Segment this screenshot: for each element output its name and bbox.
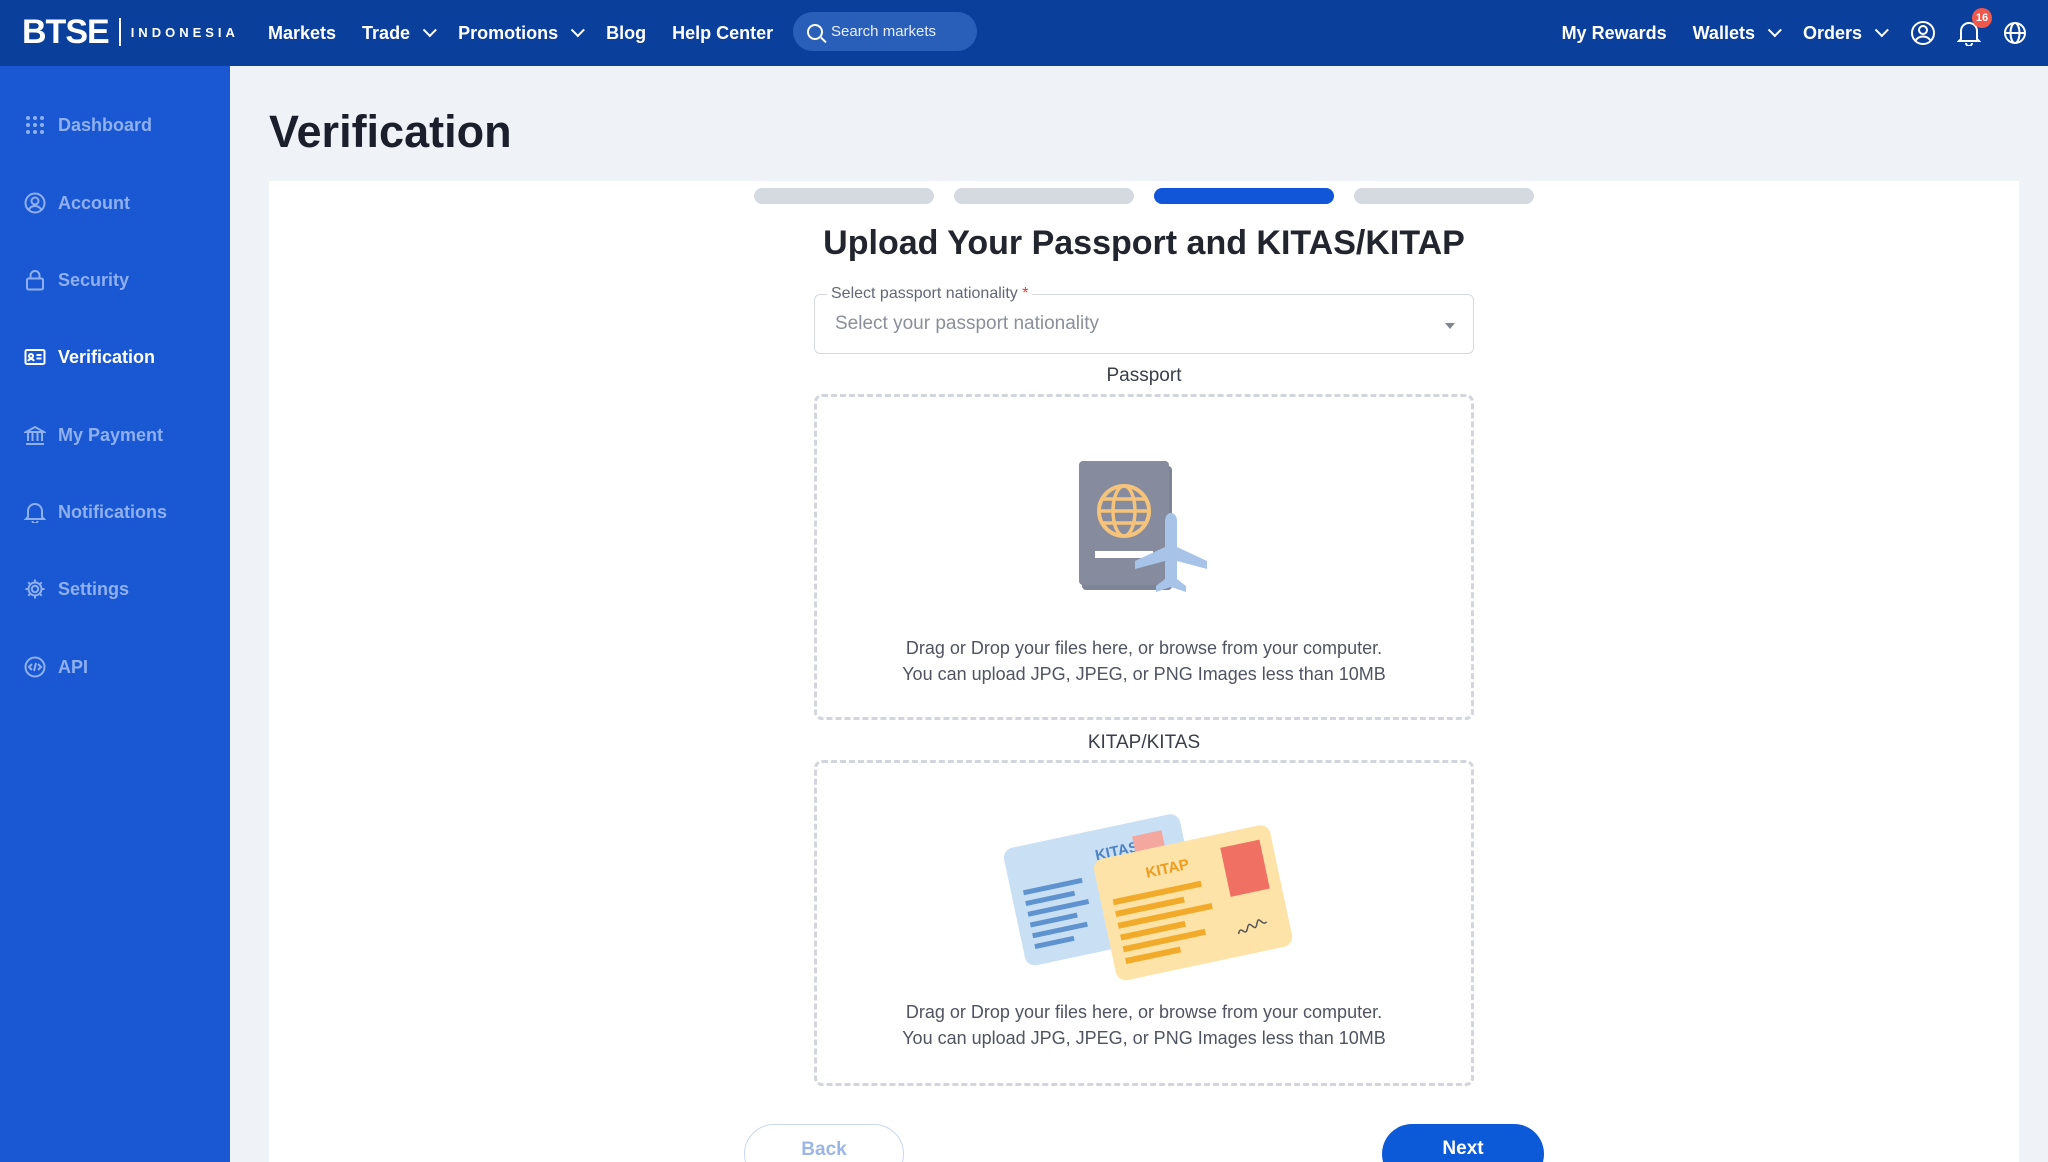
kitas-dropzone-instruction: Drag or Drop your files here, or browse …: [905, 1002, 1383, 1022]
progress-step-3-current: [1154, 188, 1334, 204]
sidebar-item-label: Dashboard: [58, 114, 153, 135]
sidebar-item-security[interactable]: Security: [24, 265, 129, 295]
passport-illustration-icon: [1079, 461, 1207, 592]
sidebar-item-label: Settings: [58, 578, 130, 599]
notification-count-badge: 16: [1972, 8, 1992, 28]
nav-trade-label: Trade: [362, 22, 411, 43]
nav-orders-label: Orders: [1802, 22, 1862, 43]
nav-my-rewards-label: My Rewards: [1561, 22, 1667, 43]
nav-blog-label: Blog: [606, 22, 647, 43]
notifications-button[interactable]: 16: [1956, 8, 1992, 46]
nationality-label-text: Select passport nationality: [831, 285, 1018, 302]
kitas-dropzone[interactable]: KITAS KITAP Drag or Drop your files here…: [814, 760, 1474, 1086]
nav-markets-label: Markets: [268, 22, 337, 43]
sidebar-item-settings[interactable]: Settings: [24, 574, 129, 604]
search-markets[interactable]: [793, 12, 977, 51]
search-icon: [807, 23, 823, 40]
chevron-down-icon: [1767, 23, 1782, 38]
nav-wallets[interactable]: Wallets: [1692, 22, 1782, 44]
logo-region: INDONESIA: [130, 24, 239, 40]
passport-dropzone-file-limits: You can upload JPG, JPEG, or PNG Images …: [902, 664, 1386, 684]
main-nav: Markets Trade Promotions Blog Help Cente…: [268, 0, 773, 66]
sidebar-item-dashboard[interactable]: Dashboard: [24, 110, 152, 140]
progress-steps: [754, 188, 1534, 204]
nav-help-center-label: Help Center: [672, 22, 774, 43]
lock-icon: [26, 270, 44, 291]
language-button[interactable]: [2002, 20, 2028, 46]
passport-dropzone-instruction: Drag or Drop your files here, or browse …: [905, 638, 1383, 658]
caret-down-icon: [1445, 323, 1455, 329]
back-button[interactable]: Back: [744, 1124, 904, 1162]
logo-wordmark: BTSE: [22, 12, 110, 51]
kitas-kitap-cards-illustration-icon: KITAS KITAP: [1003, 814, 1293, 981]
sidebar-item-label: Verification: [58, 346, 156, 367]
nav-help-center[interactable]: Help Center: [672, 23, 773, 44]
globe-icon: [2004, 22, 2026, 44]
next-button[interactable]: Next: [1382, 1124, 1544, 1162]
sidebar-item-label: Notifications: [58, 501, 168, 522]
sidebar-item-verification[interactable]: Verification: [24, 342, 155, 372]
sidebar-item-api[interactable]: API: [24, 652, 88, 682]
gear-icon: [25, 579, 45, 599]
sidebar-item-account[interactable]: Account: [24, 188, 130, 218]
passport-upload-title: Passport: [1106, 365, 1182, 386]
top-navigation-bar: BTSE INDONESIA Markets Trade Promotions …: [0, 0, 2048, 66]
btse-logo[interactable]: BTSE INDONESIA: [22, 12, 239, 52]
nationality-field-label: Select passport nationality *: [827, 285, 1033, 303]
kitas-dropzone-file-limits: You can upload JPG, JPEG, or PNG Images …: [902, 1028, 1386, 1048]
progress-step-1: [754, 188, 934, 204]
required-mark: *: [1022, 285, 1029, 302]
nav-promotions[interactable]: Promotions: [458, 22, 585, 44]
search-input[interactable]: [831, 23, 961, 40]
sidebar: Dashboard Account Security Verification …: [0, 66, 230, 1162]
chevron-down-icon: [1874, 23, 1889, 38]
passport-nationality-select[interactable]: Select passport nationality * Select you…: [814, 285, 1474, 354]
progress-step-4: [1354, 188, 1534, 204]
nav-trade[interactable]: Trade: [362, 22, 437, 44]
nav-orders[interactable]: Orders: [1802, 22, 1889, 44]
chevron-down-icon: [422, 23, 437, 38]
profile-button[interactable]: [1910, 20, 1936, 46]
sidebar-item-label: Security: [58, 269, 130, 290]
kitas-upload-title: KITAP/KITAS: [1087, 732, 1201, 753]
user-circle-icon: [1911, 21, 1935, 45]
sidebar-item-label: My Payment: [58, 424, 164, 445]
sidebar-item-my-payment[interactable]: My Payment: [24, 420, 163, 450]
id-card-icon: [24, 349, 46, 365]
sidebar-item-notifications[interactable]: Notifications: [24, 497, 167, 527]
passport-dropzone[interactable]: Drag or Drop your files here, or browse …: [814, 394, 1474, 720]
progress-step-2: [954, 188, 1134, 204]
code-icon: [24, 656, 46, 678]
nav-right: My Rewards Wallets Orders 16: [1562, 0, 2048, 66]
upload-heading: Upload Your Passport and KITAS/KITAP: [823, 224, 1465, 262]
nav-promotions-label: Promotions: [458, 22, 559, 43]
sidebar-item-label: Account: [58, 192, 130, 213]
chevron-down-icon: [570, 23, 585, 38]
nav-my-rewards[interactable]: My Rewards: [1562, 23, 1667, 44]
nationality-placeholder: Select your passport nationality: [835, 313, 1100, 334]
page-title: Verification: [269, 106, 512, 157]
bank-icon: [24, 425, 46, 445]
grid-icon: [26, 116, 44, 134]
nav-blog[interactable]: Blog: [606, 23, 646, 44]
logo-divider: [118, 18, 121, 46]
sidebar-item-label: API: [58, 656, 89, 677]
nav-markets[interactable]: Markets: [268, 23, 336, 44]
nav-wallets-label: Wallets: [1692, 22, 1755, 43]
bell-icon: [24, 503, 46, 523]
user-icon: [24, 192, 46, 214]
